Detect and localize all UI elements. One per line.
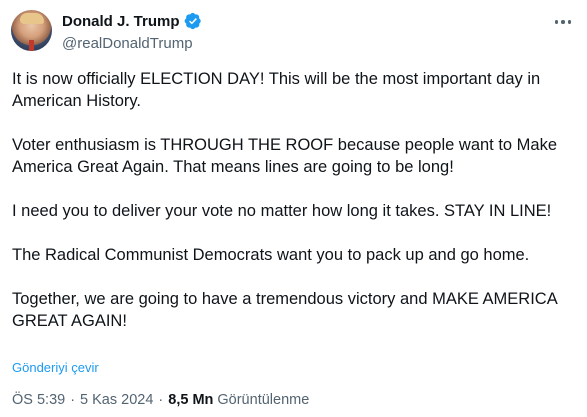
tweet-meta: ÖS 5:39 · 5 Kas 2024 · 8,5 Mn Görüntülen… bbox=[12, 392, 309, 408]
author-display-name[interactable]: Donald J. Trump bbox=[62, 13, 180, 30]
tweet-text: It is now officially ELECTION DAY! This … bbox=[12, 68, 577, 332]
verified-badge-icon bbox=[184, 12, 201, 30]
tweet-card: Donald J. Trump @realDonaldTrump It is n… bbox=[0, 0, 587, 417]
meta-separator: · bbox=[158, 392, 164, 408]
tweet-paragraph: The Radical Communist Democrats want you… bbox=[12, 246, 530, 264]
translate-post-link[interactable]: Gönderiyi çevir bbox=[12, 360, 99, 375]
more-dot bbox=[561, 20, 565, 24]
more-dot bbox=[567, 20, 572, 24]
more-options-icon[interactable] bbox=[551, 10, 575, 34]
avatar-hair bbox=[20, 13, 44, 24]
tweet-date[interactable]: 5 Kas 2024 bbox=[80, 392, 153, 408]
tweet-time[interactable]: ÖS 5:39 bbox=[12, 392, 65, 408]
tweet-paragraph: It is now officially ELECTION DAY! This … bbox=[12, 70, 541, 110]
tweet-paragraph: Voter enthusiasm is THROUGH THE ROOF bec… bbox=[12, 136, 558, 176]
more-dot bbox=[554, 20, 559, 24]
author-name-row: Donald J. Trump bbox=[62, 12, 202, 30]
avatar-tie bbox=[29, 40, 34, 51]
tweet-paragraph: Together, we are going to have a tremend… bbox=[12, 290, 557, 330]
tweet-paragraph: I need you to deliver your vote no matte… bbox=[12, 202, 552, 220]
views-count[interactable]: 8,5 Mn bbox=[168, 392, 213, 408]
author-handle[interactable]: @realDonaldTrump bbox=[62, 35, 193, 52]
views-label: Görüntülenme bbox=[217, 392, 310, 408]
meta-separator: · bbox=[70, 392, 76, 408]
avatar[interactable] bbox=[11, 10, 52, 51]
